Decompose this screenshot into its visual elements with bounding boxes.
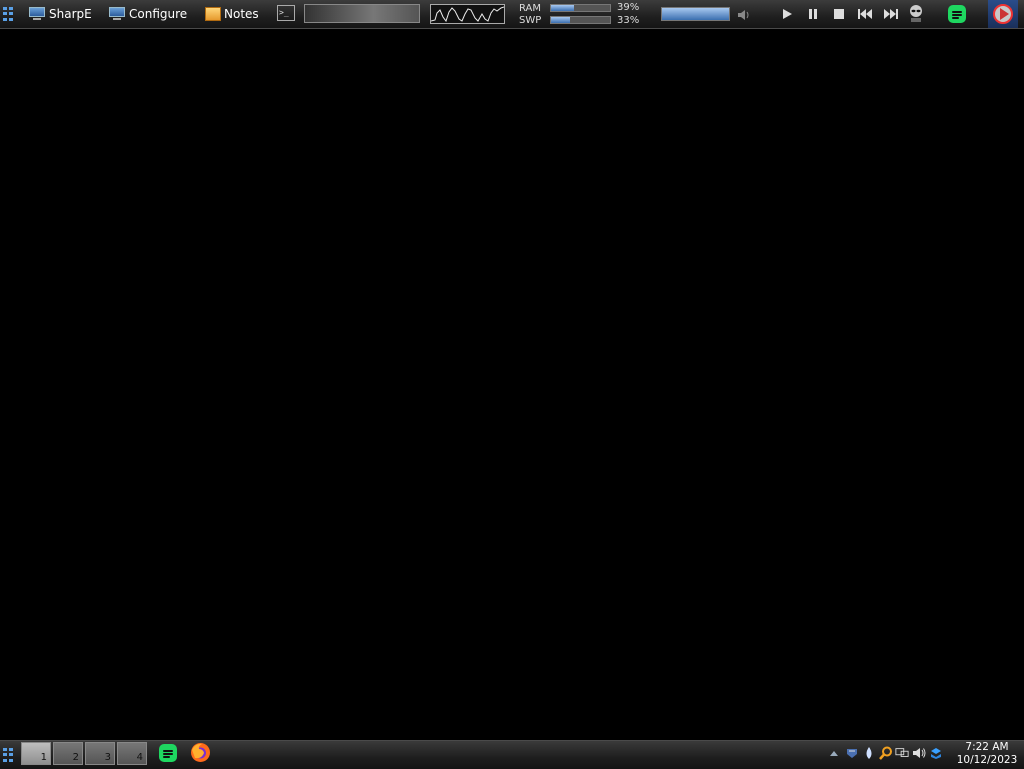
spotify-icon[interactable] [948, 5, 966, 23]
top-panel: SharpE Configure Notes >_ RAM 39% SWP 33… [0, 0, 1024, 29]
apps-menu-icon[interactable] [3, 748, 15, 762]
ram-meter [550, 4, 611, 12]
volume-slider-fill [662, 8, 729, 20]
clock-date: 10/12/2023 [956, 754, 1018, 766]
notes-icon [205, 7, 221, 21]
power-button[interactable] [988, 0, 1018, 28]
spotify-task-icon[interactable] [159, 744, 177, 762]
swap-meter-fill [551, 17, 571, 23]
terminal-icon[interactable]: >_ [277, 5, 295, 21]
swap-label: SWP [519, 15, 542, 26]
network-icon[interactable] [895, 745, 909, 761]
ram-label: RAM [519, 3, 542, 14]
stop-icon[interactable] [831, 7, 847, 21]
swap-meter [550, 16, 611, 24]
desktop-label: 3 [104, 752, 111, 763]
ram-value: 39% [617, 2, 640, 13]
apps-menu-icon[interactable] [3, 7, 15, 21]
desktop-switch-3[interactable]: 3 [85, 742, 115, 765]
launcher-sharpe[interactable]: SharpE [28, 3, 92, 25]
desktop-label: 2 [72, 752, 79, 763]
desktop-label: 1 [40, 752, 47, 763]
volume-icon[interactable] [912, 745, 926, 761]
launcher-notes[interactable]: Notes [205, 3, 259, 25]
monitor-icon [108, 7, 126, 21]
terminal-icon-text: >_ [279, 8, 289, 17]
swap-value: 33% [617, 15, 640, 26]
next-icon[interactable] [883, 7, 899, 21]
shield-icon[interactable] [845, 745, 859, 761]
pause-icon[interactable] [805, 7, 821, 21]
desktop-label: 4 [136, 752, 143, 763]
dropbox-icon[interactable] [929, 745, 943, 761]
launcher-label: Configure [129, 7, 188, 21]
desktop-switch-4[interactable]: 4 [117, 742, 147, 765]
desktop-switch-1[interactable]: 1 [21, 742, 51, 765]
play-icon[interactable] [779, 7, 795, 21]
droplet-icon[interactable] [862, 745, 876, 761]
tray-expand-icon[interactable] [827, 745, 841, 761]
monitor-icon [28, 7, 46, 21]
alien-icon[interactable] [907, 4, 925, 24]
speaker-icon[interactable] [737, 7, 751, 21]
firefox-task-icon[interactable] [190, 742, 211, 763]
clock-time: 7:22 AM [965, 741, 1009, 753]
cpu-graph [430, 4, 505, 24]
volume-slider[interactable] [661, 7, 730, 21]
search-icon[interactable] [879, 745, 893, 761]
clock[interactable]: 7:22 AM 10/12/2023 [954, 741, 1020, 767]
desktop-switch-2[interactable]: 2 [53, 742, 83, 765]
taskbar-window-slot[interactable] [304, 4, 420, 23]
launcher-label: SharpE [49, 7, 92, 21]
previous-icon[interactable] [857, 7, 873, 21]
ram-meter-fill [551, 5, 574, 11]
launcher-configure[interactable]: Configure [108, 3, 187, 25]
launcher-label: Notes [224, 7, 259, 21]
